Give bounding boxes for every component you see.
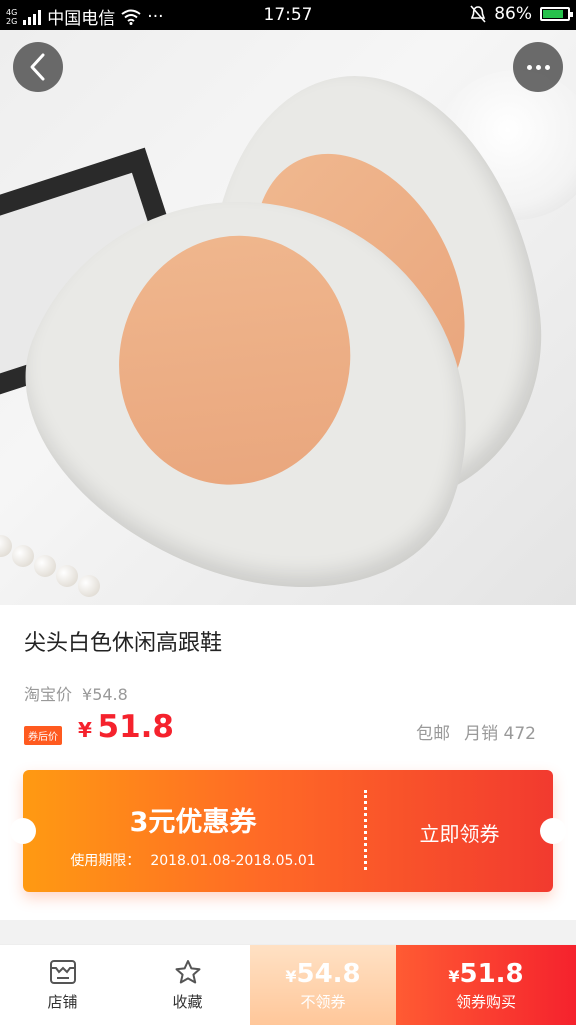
with-coupon-price: ¥51.8: [448, 959, 523, 989]
sales-meta: 包邮 月销 472: [416, 719, 536, 744]
original-price-label: 淘宝价: [24, 685, 73, 704]
with-coupon-price-value: 51.8: [459, 958, 524, 989]
with-coupon-label: 领券购买: [455, 992, 516, 1011]
no-coupon-currency: ¥: [285, 966, 297, 986]
product-info-panel: 尖头白色休闲高跟鞋 淘宝价 ¥54.8 券后价 ¥ 51.8 包邮 月销 472 3…: [0, 605, 576, 920]
product-title: 尖头白色休闲高跟鞋: [24, 631, 223, 656]
battery-icon: [540, 7, 573, 21]
with-coupon-currency: ¥: [448, 966, 460, 986]
store-label: 店铺: [47, 992, 78, 1011]
store-icon: [49, 959, 76, 984]
original-price: ¥54.8: [82, 685, 128, 704]
buy-without-coupon-button[interactable]: ¥54.8 不领券: [250, 945, 396, 1025]
more-options-button[interactable]: [513, 42, 563, 92]
price-value: 51.8: [97, 709, 175, 745]
price-currency-symbol: ¥: [78, 718, 92, 742]
no-coupon-price-value: 54.8: [296, 958, 361, 989]
pearl-necklace-decor: [0, 525, 120, 605]
no-coupon-price: ¥54.8: [285, 959, 360, 989]
store-button[interactable]: 店铺: [0, 945, 125, 1025]
chevron-left-icon: [30, 53, 45, 81]
free-shipping-label: 包邮: [416, 724, 451, 744]
coupon-price-tag: 券后价: [24, 726, 62, 745]
monthly-sales: 月销 472: [464, 724, 536, 744]
coupon-validity: 使用期限： 2018.01.08-2018.05.01: [23, 850, 363, 870]
favorite-button[interactable]: 收藏: [125, 945, 250, 1025]
claim-coupon-button[interactable]: 立即领券: [366, 818, 553, 847]
bottom-action-bar: 店铺 收藏 ¥54.8 不领券 ¥51.8 领券购买: [0, 944, 576, 1025]
status-bar: 4G 2G 中国电信 ··· 17:57 86%: [0, 0, 576, 30]
product-image-carousel[interactable]: [0, 30, 576, 605]
coupon-amount: 3元优惠券: [129, 807, 257, 838]
favorite-label: 收藏: [172, 992, 203, 1011]
coupon-validity-label: 使用期限：: [70, 853, 141, 869]
coupon-card[interactable]: 3元优惠券 使用期限： 2018.01.08-2018.05.01 立即领券: [10, 770, 566, 892]
buy-with-coupon-button[interactable]: ¥51.8 领券购买: [396, 945, 576, 1025]
coupon-validity-range: 2018.01.08-2018.05.01: [150, 853, 316, 869]
coupon-price: ¥ 51.8: [78, 709, 174, 745]
battery-percent: 86%: [494, 4, 532, 24]
no-coupon-label: 不领券: [300, 992, 346, 1011]
star-icon: [175, 959, 200, 983]
back-button[interactable]: [13, 42, 63, 92]
mute-bell-icon: [470, 5, 486, 23]
ellipsis-icon: [526, 64, 532, 70]
original-price-row: 淘宝价 ¥54.8: [24, 681, 128, 705]
